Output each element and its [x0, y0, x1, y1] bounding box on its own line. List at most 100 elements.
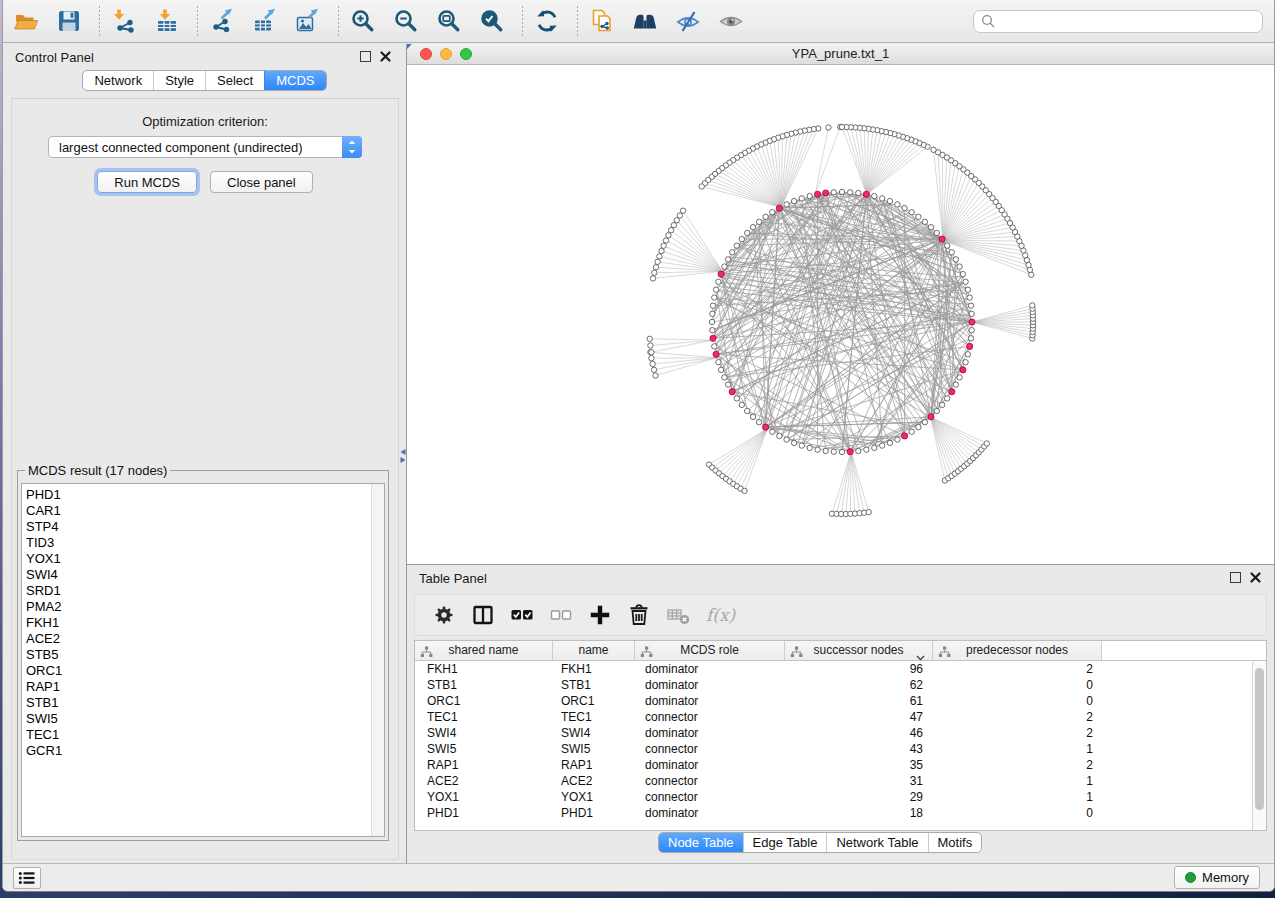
- tab-style[interactable]: Style: [153, 71, 205, 90]
- memory-label: Memory: [1202, 870, 1249, 885]
- cell-predecessor_nodes: 0: [933, 805, 1102, 821]
- mcds-result-item[interactable]: YOX1: [26, 551, 384, 567]
- table-row[interactable]: STB1STB1dominator620: [415, 677, 1266, 693]
- mcds-result-item[interactable]: SRD1: [26, 583, 384, 599]
- close-panel-button[interactable]: Close panel: [210, 171, 313, 193]
- float-panel-icon[interactable]: [360, 51, 371, 62]
- table-delete-button[interactable]: [663, 600, 693, 630]
- cell-name: ACE2: [553, 773, 635, 789]
- table-scrollbar-thumb[interactable]: [1255, 668, 1264, 810]
- mcds-result-item[interactable]: STP4: [26, 519, 384, 535]
- column-header-MCDS-role[interactable]: MCDS role: [635, 641, 785, 660]
- trash-button[interactable]: [624, 600, 654, 630]
- cell-successor_nodes: 35: [785, 757, 933, 773]
- function-builder-button[interactable]: f(x): [706, 605, 735, 625]
- import-table-button[interactable]: [152, 6, 182, 36]
- mcds-result-item[interactable]: FKH1: [26, 615, 384, 631]
- columns-button[interactable]: [468, 600, 498, 630]
- mcds-result-item[interactable]: PHD1: [26, 487, 384, 503]
- mcds-result-item[interactable]: ACE2: [26, 631, 384, 647]
- mcds-result-item[interactable]: TEC1: [26, 727, 384, 743]
- column-header-successor-nodes[interactable]: successor nodes: [785, 641, 933, 660]
- table-float-panel-icon[interactable]: [1230, 572, 1241, 583]
- column-header-shared-name[interactable]: shared name: [415, 641, 553, 660]
- open-folder-button[interactable]: [11, 6, 41, 36]
- close-window-icon[interactable]: [420, 48, 432, 60]
- table-close-panel-icon[interactable]: [1249, 571, 1262, 584]
- export-network-button[interactable]: [207, 6, 237, 36]
- close-panel-icon[interactable]: [379, 50, 392, 63]
- mcds-result-item[interactable]: SWI4: [26, 567, 384, 583]
- mcds-result-item[interactable]: PMA2: [26, 599, 384, 615]
- table-row[interactable]: RAP1RAP1dominator352: [415, 757, 1266, 773]
- table-row[interactable]: ACE2ACE2connector311: [415, 773, 1266, 789]
- run-mcds-button[interactable]: Run MCDS: [97, 171, 197, 193]
- cell-predecessor_nodes: 2: [933, 709, 1102, 725]
- maximize-window-icon[interactable]: [460, 48, 472, 60]
- cell-name: STB1: [553, 677, 635, 693]
- splitter-toggle-arrows[interactable]: [399, 448, 407, 464]
- sort-descending-icon: [916, 648, 925, 667]
- network-canvas[interactable]: [407, 65, 1274, 564]
- tab-mcds[interactable]: MCDS: [264, 71, 325, 90]
- mcds-result-item[interactable]: STB5: [26, 647, 384, 663]
- export-table-button[interactable]: [250, 6, 280, 36]
- toolbar-separator: [338, 6, 339, 36]
- zoom-out-button[interactable]: [391, 6, 421, 36]
- tab-network[interactable]: Network: [83, 71, 153, 90]
- search-input[interactable]: [973, 10, 1263, 33]
- eye-button[interactable]: [716, 6, 746, 36]
- table-header-row: shared namenameMCDS rolesuccessor nodesp…: [415, 641, 1266, 661]
- refresh-button[interactable]: [532, 6, 562, 36]
- mcds-result-list[interactable]: PHD1CAR1STP4TID3YOX1SWI4SRD1PMA2FKH1ACE2…: [21, 483, 385, 837]
- table-row[interactable]: SWI5SWI5connector431: [415, 741, 1266, 757]
- mcds-result-item[interactable]: CAR1: [26, 503, 384, 519]
- mcds-result-item[interactable]: RAP1: [26, 679, 384, 695]
- tab-node-table[interactable]: Node Table: [659, 833, 743, 852]
- tab-select[interactable]: Select: [205, 71, 264, 90]
- criterion-dropdown[interactable]: largest connected component (undirected): [48, 136, 362, 158]
- table-scrollbar[interactable]: [1252, 662, 1266, 830]
- mcds-result-item[interactable]: TID3: [26, 535, 384, 551]
- binoculars-button[interactable]: [630, 6, 660, 36]
- network-window-titlebar[interactable]: YPA_prune.txt_1: [407, 44, 1274, 65]
- cell-shared_name: FKH1: [415, 661, 553, 677]
- mcds-result-item[interactable]: GCR1: [26, 743, 384, 759]
- zoom-selected-button[interactable]: [477, 6, 507, 36]
- mcds-result-scrollbar[interactable]: [371, 484, 384, 836]
- memory-button[interactable]: Memory: [1174, 866, 1260, 889]
- unchecked-pair-button[interactable]: [546, 600, 576, 630]
- mcds-result-title: MCDS result (17 nodes): [25, 463, 170, 478]
- save-button[interactable]: [54, 6, 84, 36]
- column-header-predecessor-nodes[interactable]: predecessor nodes: [933, 641, 1102, 660]
- cell-mcds_role: connector: [635, 773, 785, 789]
- copy-share-button[interactable]: [587, 6, 617, 36]
- checked-pair-button[interactable]: [507, 600, 537, 630]
- mcds-result-item[interactable]: STB1: [26, 695, 384, 711]
- mcds-result-box: MCDS result (17 nodes) PHD1CAR1STP4TID3Y…: [17, 470, 389, 841]
- status-list-button[interactable]: [13, 867, 41, 889]
- table-row[interactable]: ORC1ORC1dominator610: [415, 693, 1266, 709]
- mcds-result-item[interactable]: SWI5: [26, 711, 384, 727]
- export-image-button[interactable]: [293, 6, 323, 36]
- table-row[interactable]: FKH1FKH1dominator962: [415, 661, 1266, 677]
- mcds-result-item[interactable]: ORC1: [26, 663, 384, 679]
- column-header-name[interactable]: name: [553, 641, 635, 660]
- minimize-window-icon[interactable]: [440, 48, 452, 60]
- tab-edge-table[interactable]: Edge Table: [743, 833, 827, 852]
- plus-button[interactable]: [585, 600, 615, 630]
- table-row[interactable]: YOX1YOX1connector291: [415, 789, 1266, 805]
- eye-slash-button[interactable]: [673, 6, 703, 36]
- table-row[interactable]: PHD1PHD1dominator180: [415, 805, 1266, 821]
- table-toolbar: f(x): [414, 594, 1267, 636]
- zoom-fit-button[interactable]: [434, 6, 464, 36]
- zoom-in-button[interactable]: [348, 6, 378, 36]
- tab-network-table[interactable]: Network Table: [826, 833, 927, 852]
- gear-button[interactable]: [429, 600, 459, 630]
- table-row[interactable]: SWI4SWI4dominator462: [415, 725, 1266, 741]
- table-row[interactable]: TEC1TEC1connector472: [415, 709, 1266, 725]
- tab-motifs[interactable]: Motifs: [928, 833, 982, 852]
- import-network-button[interactable]: [109, 6, 139, 36]
- cell-shared_name: RAP1: [415, 757, 553, 773]
- cell-predecessor_nodes: 2: [933, 757, 1102, 773]
